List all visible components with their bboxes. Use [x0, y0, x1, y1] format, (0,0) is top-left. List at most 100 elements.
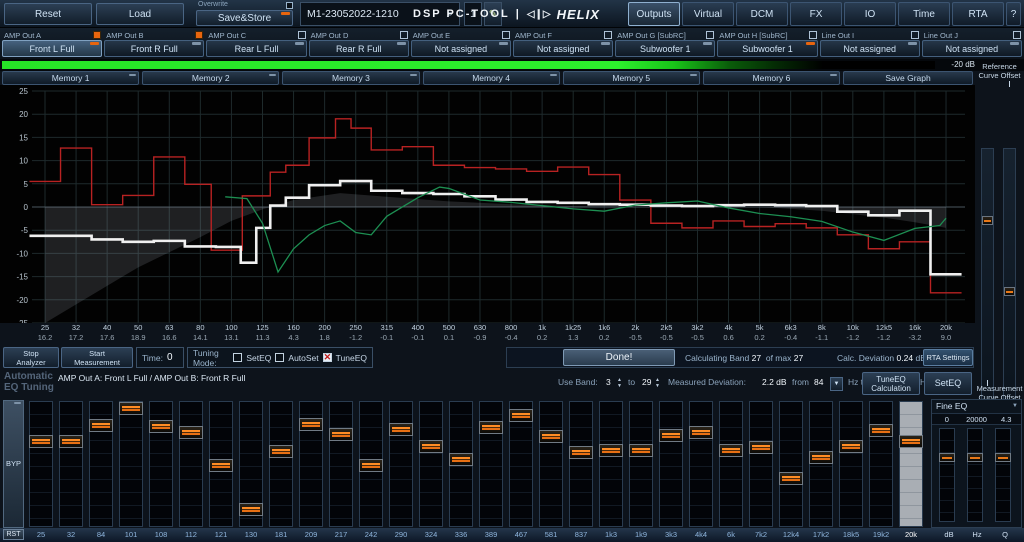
eq-slider-handle[interactable]	[449, 453, 473, 466]
eq-slider-32[interactable]	[59, 401, 83, 527]
nav-virtual[interactable]: Virtual	[682, 2, 734, 26]
eq-slider-handle[interactable]	[119, 402, 143, 415]
memory-tab-5[interactable]: Memory 5	[563, 71, 700, 85]
fine-eq-slider-handle[interactable]	[995, 453, 1011, 462]
eq-slider-1k9[interactable]	[629, 401, 653, 527]
eq-slider-7k2[interactable]	[749, 401, 773, 527]
channel-assign-button[interactable]: Not assigned	[922, 40, 1022, 57]
channel-checkbox[interactable]	[809, 31, 817, 39]
eq-slider-handle[interactable]	[209, 459, 233, 472]
channel-assign-button[interactable]: Not assigned	[820, 40, 920, 57]
band-from-value[interactable]: 3	[606, 377, 611, 387]
eq-slider-209[interactable]	[299, 401, 323, 527]
nav-dcm[interactable]: DCM	[736, 2, 788, 26]
eq-slider-handle[interactable]	[179, 426, 203, 439]
nav-outputs[interactable]: Outputs	[628, 2, 680, 26]
eq-slider-837[interactable]	[569, 401, 593, 527]
save-store-button[interactable]: Save&Store	[196, 10, 293, 26]
eq-slider-108[interactable]	[149, 401, 173, 527]
eq-slider-324[interactable]	[419, 401, 443, 527]
eq-slider-handle[interactable]	[389, 423, 413, 436]
measurement-offset-handle[interactable]	[982, 216, 993, 225]
nav-io[interactable]: IO	[844, 2, 896, 26]
eq-slider-handle[interactable]	[479, 421, 503, 434]
channel-assign-button[interactable]: Rear L Full	[206, 40, 306, 57]
fine-eq-value[interactable]: 4.3	[991, 414, 1021, 424]
eq-slider-handle[interactable]	[239, 503, 263, 516]
channel-assign-button[interactable]: Rear R Full	[309, 40, 409, 57]
eq-slider-12k4[interactable]	[779, 401, 803, 527]
eq-slider-84[interactable]	[89, 401, 113, 527]
help-button[interactable]: ?	[1006, 2, 1021, 26]
fine-eq-value[interactable]: 20000	[962, 414, 992, 424]
eq-slider-handle[interactable]	[419, 440, 443, 453]
eq-slider-19k2[interactable]	[869, 401, 893, 527]
band-to-value[interactable]: 29	[642, 377, 651, 387]
eq-slider-1k3[interactable]	[599, 401, 623, 527]
overwrite-checkbox[interactable]	[286, 2, 293, 9]
frequency-response-graph[interactable]: 2520151050-5-10-15-20-25	[0, 85, 975, 323]
memory-tab-2[interactable]: Memory 2	[142, 71, 279, 85]
eq-slider-handle[interactable]	[809, 451, 833, 464]
nav-rta[interactable]: RTA	[952, 2, 1004, 26]
eq-slider-handle[interactable]	[59, 435, 83, 448]
rst-button[interactable]: RST	[3, 529, 24, 540]
reset-button[interactable]: Reset	[4, 3, 92, 25]
freq-from-dropdown[interactable]: ▼	[830, 377, 843, 391]
channel-assign-button[interactable]: Subwoofer 1	[717, 40, 817, 57]
eq-slider-handle[interactable]	[899, 435, 923, 448]
channel-checkbox[interactable]	[298, 31, 306, 39]
fine-eq-value[interactable]: 0	[932, 414, 962, 424]
channel-checkbox[interactable]	[195, 31, 203, 39]
mode-checkbox-seteq[interactable]	[233, 353, 242, 362]
eq-slider-handle[interactable]	[569, 446, 593, 459]
done-button[interactable]: Done!	[563, 349, 675, 366]
load-button[interactable]: Load	[96, 3, 184, 25]
eq-slider-217[interactable]	[329, 401, 353, 527]
eq-slider-handle[interactable]	[779, 472, 803, 485]
eq-slider-20k[interactable]	[899, 401, 923, 527]
fine-eq-slider-handle[interactable]	[967, 453, 983, 462]
tuneeq-calculation-button[interactable]: TuneEQCalculation	[862, 372, 920, 395]
eq-slider-handle[interactable]	[839, 440, 863, 453]
memory-tab-1[interactable]: Memory 1	[2, 71, 139, 85]
save-graph-button[interactable]: Save Graph	[843, 71, 973, 85]
nav-time[interactable]: Time	[898, 2, 950, 26]
channel-checkbox[interactable]	[93, 31, 101, 39]
eq-slider-290[interactable]	[389, 401, 413, 527]
eq-slider-4k4[interactable]	[689, 401, 713, 527]
eq-slider-336[interactable]	[449, 401, 473, 527]
channel-checkbox[interactable]	[502, 31, 510, 39]
mode-checkbox-tuneeq[interactable]	[323, 353, 332, 362]
channel-checkbox[interactable]	[706, 31, 714, 39]
fine-eq-slider-db[interactable]	[939, 428, 955, 522]
nav-fx[interactable]: FX	[790, 2, 842, 26]
channel-checkbox[interactable]	[400, 31, 408, 39]
eq-slider-handle[interactable]	[539, 430, 563, 443]
eq-slider-handle[interactable]	[329, 428, 353, 441]
eq-slider-17k2[interactable]	[809, 401, 833, 527]
eq-slider-handle[interactable]	[629, 444, 653, 457]
eq-slider-581[interactable]	[539, 401, 563, 527]
eq-slider-handle[interactable]	[509, 409, 533, 422]
eq-slider-25[interactable]	[29, 401, 53, 527]
eq-slider-112[interactable]	[179, 401, 203, 527]
start-measurement-button[interactable]: StartMeasurement	[61, 347, 133, 368]
channel-assign-button[interactable]: Not assigned	[411, 40, 511, 57]
mode-checkbox-autoset[interactable]	[275, 353, 284, 362]
eq-slider-181[interactable]	[269, 401, 293, 527]
reference-offset-handle[interactable]	[1004, 287, 1015, 296]
eq-slider-handle[interactable]	[269, 445, 293, 458]
eq-slider-121[interactable]	[209, 401, 233, 527]
eq-slider-242[interactable]	[359, 401, 383, 527]
eq-slider-handle[interactable]	[149, 420, 173, 433]
fine-eq-header[interactable]: Fine EQ ▼	[932, 400, 1021, 413]
eq-slider-101[interactable]	[119, 401, 143, 527]
channel-assign-button[interactable]: Not assigned	[513, 40, 613, 57]
eq-slider-389[interactable]	[479, 401, 503, 527]
bypass-strip[interactable]: BYP	[3, 400, 24, 528]
channel-assign-button[interactable]: Front R Full	[104, 40, 204, 57]
eq-slider-handle[interactable]	[599, 444, 623, 457]
channel-checkbox[interactable]	[604, 31, 612, 39]
eq-slider-handle[interactable]	[299, 418, 323, 431]
